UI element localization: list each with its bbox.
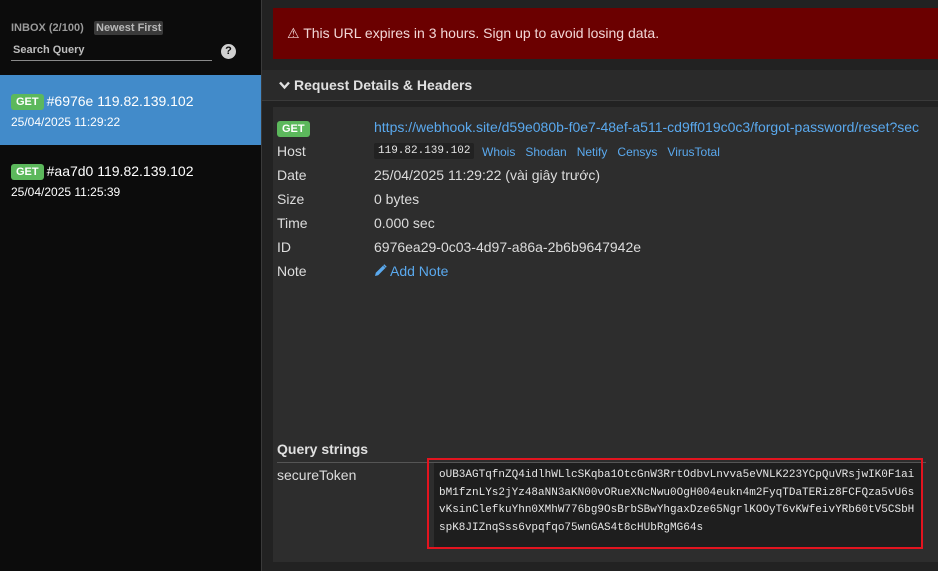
inbox-count: INBOX (2/100) xyxy=(11,22,84,34)
size-value: 0 bytes xyxy=(374,191,420,207)
request-item-title: GET #6976e 119.82.139.102 xyxy=(11,93,194,110)
time-value: 0.000 sec xyxy=(374,215,435,231)
censys-link[interactable]: Censys xyxy=(617,145,657,159)
request-item-title: GET #aa7d0 119.82.139.102 xyxy=(11,163,194,180)
pencil-icon xyxy=(375,264,387,276)
request-timestamp: 25/04/2025 11:29:22 xyxy=(11,115,121,129)
id-value: 6976ea29-0c03-4d97-a86a-2b6b9647942e xyxy=(374,239,642,255)
request-list-item[interactable]: GET #aa7d0 119.82.139.102 25/04/2025 11:2… xyxy=(0,145,261,215)
note-label: Note xyxy=(277,263,307,279)
host-label: Host xyxy=(277,143,306,159)
size-label: Size xyxy=(277,191,305,207)
method-badge: GET xyxy=(277,121,310,137)
search-input[interactable] xyxy=(11,40,212,60)
sidebar: INBOX (2/100) Newest First ? GET#6976e 1… xyxy=(0,0,261,571)
add-note-label: Add Note xyxy=(390,263,449,279)
query-strings-title: Query strings xyxy=(277,441,369,457)
sort-order-button[interactable]: Newest First xyxy=(94,21,164,35)
method-badge: GET xyxy=(11,164,44,180)
date-value: 25/04/2025 11:29:22 (vài giây trước) xyxy=(374,167,601,183)
chevron-down-icon xyxy=(279,81,290,90)
time-label: Time xyxy=(277,215,308,231)
help-icon[interactable]: ? xyxy=(221,44,236,59)
shodan-link[interactable]: Shodan xyxy=(525,145,566,159)
host-lookup-links: Whois Shodan Netify Censys VirusTotal xyxy=(482,145,730,159)
search-query-field xyxy=(11,40,212,61)
expiry-alert: ⚠ This URL expires in 3 hours. Sign up t… xyxy=(273,8,938,59)
query-value: oUB3AGTqfnZQ4idlhWLlcSKqba1OtcGnW3RrtOdb… xyxy=(434,463,921,549)
panel-title[interactable]: Request Details & Headers xyxy=(279,77,472,93)
panel-title-text: Request Details & Headers xyxy=(294,77,473,93)
whois-link[interactable]: Whois xyxy=(482,145,515,159)
add-note-button[interactable]: Add Note xyxy=(374,263,448,279)
request-id-ip: #6976e 119.82.139.102 xyxy=(46,93,194,109)
request-list-item[interactable]: GET #6976e 119.82.139.102 25/04/2025 11:2… xyxy=(0,75,261,145)
query-key: secureToken xyxy=(277,467,357,483)
date-label: Date xyxy=(277,167,307,183)
host-value: 119.82.139.102 xyxy=(374,143,475,159)
virustotal-link[interactable]: VirusTotal xyxy=(667,145,719,159)
request-timestamp: 25/04/2025 11:25:39 xyxy=(11,185,121,199)
id-label: ID xyxy=(277,239,291,255)
request-url-link[interactable]: https://webhook.site/d59e080b-f0e7-48ef-… xyxy=(374,119,919,135)
netify-link[interactable]: Netify xyxy=(577,145,608,159)
alert-text: ⚠ This URL expires in 3 hours. Sign up t… xyxy=(287,25,660,41)
request-id-ip: #aa7d0 119.82.139.102 xyxy=(46,163,194,179)
method-badge: GET xyxy=(11,94,44,110)
